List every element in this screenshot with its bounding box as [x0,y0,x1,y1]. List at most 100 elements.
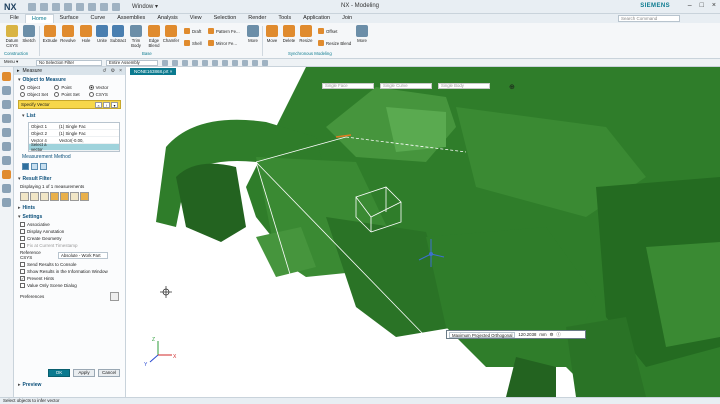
radio-circle[interactable] [54,85,60,90]
snap-point-icon[interactable] [182,60,188,66]
datum-csys-button[interactable]: Datum CSYS [3,25,21,48]
command-search-input[interactable]: Search Command [618,15,680,22]
info-icon[interactable]: ⓘ [556,332,560,338]
help-icon[interactable] [2,198,11,207]
close-icon[interactable]: × [712,2,716,9]
maximize-icon[interactable]: □ [700,2,704,9]
checkbox[interactable] [20,222,25,227]
filter-mass-icon[interactable] [70,192,79,201]
tab-join[interactable]: Join [336,14,358,23]
existing-point-icon[interactable] [262,60,268,66]
extrude-button[interactable]: Extrude [41,25,59,43]
section-list[interactable]: ▾ List [14,111,125,120]
ok-button[interactable]: OK [48,369,70,377]
checkbox-row[interactable]: Create Geometry [14,235,125,242]
settings-icon[interactable]: ⚙ [550,332,554,338]
reset-icon[interactable]: ↺ [102,68,106,74]
vector-type-dropdown-icon[interactable]: ▾ [111,101,118,108]
filter-icon[interactable] [162,60,168,66]
select-all-icon[interactable] [192,60,198,66]
tab-home[interactable]: Home [24,14,54,23]
section-hints[interactable]: ▸ Hints [14,203,125,212]
measure-mode-dropdown[interactable]: Maximum Projected Orthogonal [449,331,516,338]
resize-face-button[interactable]: Resize [297,25,315,43]
close-icon[interactable]: × [170,69,173,74]
radio-object[interactable]: Object [18,84,52,91]
checkbox-row[interactable]: ✓ Prevent Hints [14,275,125,282]
shell-button[interactable]: Shell [184,40,202,46]
arc-center-icon[interactable] [242,60,248,66]
selection-scope-dropdown[interactable]: Entire Assembly [106,60,158,66]
history-icon[interactable] [2,128,11,137]
radio-circle[interactable] [20,92,25,97]
measure-result-box[interactable]: Maximum Projected Orthogonal 120.2038 mm… [446,330,586,339]
roles-icon[interactable] [2,170,11,179]
method-projected-icon[interactable] [40,163,47,170]
radio-circle[interactable] [88,85,94,90]
chamfer-button[interactable]: Chamfer [162,25,180,43]
revolve-button[interactable]: Revolve [59,25,77,43]
section-result-filter[interactable]: ▾ Result Filter [14,174,125,183]
checkbox-row[interactable]: Associative [14,221,125,228]
filter-all-icon[interactable] [80,192,89,201]
cancel-button[interactable]: Cancel [98,369,120,377]
checkbox-row[interactable]: Show Results in the Information Window [14,268,125,275]
vector-dialog-icon[interactable]: × [95,101,102,108]
process-studio-icon[interactable] [2,156,11,165]
delete-face-button[interactable]: Delete [280,25,298,43]
control-point-icon[interactable] [222,60,228,66]
tab-analysis[interactable]: Analysis [151,14,183,23]
more-sync-button[interactable]: More [353,25,371,43]
section-preview[interactable]: ▸ Preview [14,380,41,389]
radio-circle[interactable] [54,92,60,97]
checkbox-row[interactable]: Fix at Current Timestamp [14,242,125,249]
filter-distance-icon[interactable] [20,192,29,201]
system-materials-icon[interactable] [2,184,11,193]
body-rule-dropdown[interactable]: Single Body [438,83,490,89]
edge-blend-button[interactable]: Edge Blend [145,25,163,48]
section-settings[interactable]: ▾ Settings [14,212,125,221]
menu-button[interactable]: Menu ▾ [2,59,28,66]
tab-part[interactable]: NONE163868.prt × [130,67,177,75]
radio-csys[interactable]: CSYS [87,91,121,98]
radio-object-set[interactable]: Object Set [18,91,52,98]
tab-view[interactable]: View [184,14,208,23]
checkbox[interactable] [20,262,25,267]
checkbox[interactable] [20,269,25,274]
part-navigator-icon[interactable] [2,72,11,81]
filter-length-icon[interactable] [40,192,49,201]
tab-curve[interactable]: Curve [85,14,112,23]
list-item[interactable]: Object 1 (1) Single Fac [29,123,119,130]
radio-point-set[interactable]: Point Set [52,91,86,98]
radio-circle[interactable] [88,92,94,97]
end-point-icon[interactable] [202,60,208,66]
model-view[interactable]: Z X Y [126,67,720,397]
tab-file[interactable]: File [4,14,25,23]
checkbox-row[interactable]: Display Annotation [14,228,125,235]
web-browser-icon[interactable] [2,142,11,151]
filter-volume-icon[interactable] [60,192,69,201]
quadrant-icon[interactable] [252,60,258,66]
race-car-model[interactable] [156,67,720,397]
radio-vector[interactable]: Vector [87,84,121,91]
offset-region-button[interactable]: Offset [318,28,337,34]
checkbox-row[interactable]: Value Only Scene Dialog [14,282,125,289]
tab-tools[interactable]: Tools [272,14,297,23]
filter-area-icon[interactable] [50,192,59,201]
intersection-icon[interactable] [232,60,238,66]
checkbox[interactable] [20,283,25,288]
pattern-feature-button[interactable]: Pattern Fe... [208,28,240,34]
list-item[interactable]: Object 2 (1) Single Fac [29,130,119,137]
section-object-to-measure[interactable]: ▾ Object to Measure [14,75,125,84]
vector-icon[interactable]: ↑ [103,101,110,108]
method-distance-icon[interactable] [22,163,29,170]
tab-selection[interactable]: Selection [208,14,243,23]
snap-icon[interactable] [172,60,178,66]
radio-point[interactable]: Point [52,84,86,91]
more-button[interactable]: More [244,25,262,43]
specify-vector-row[interactable]: Specify Vector × ↑ ▾ [18,100,121,109]
checkbox[interactable] [20,229,25,234]
preferences-icon[interactable] [110,292,119,301]
radio-circle[interactable] [20,85,25,90]
filter-angle-icon[interactable] [30,192,39,201]
